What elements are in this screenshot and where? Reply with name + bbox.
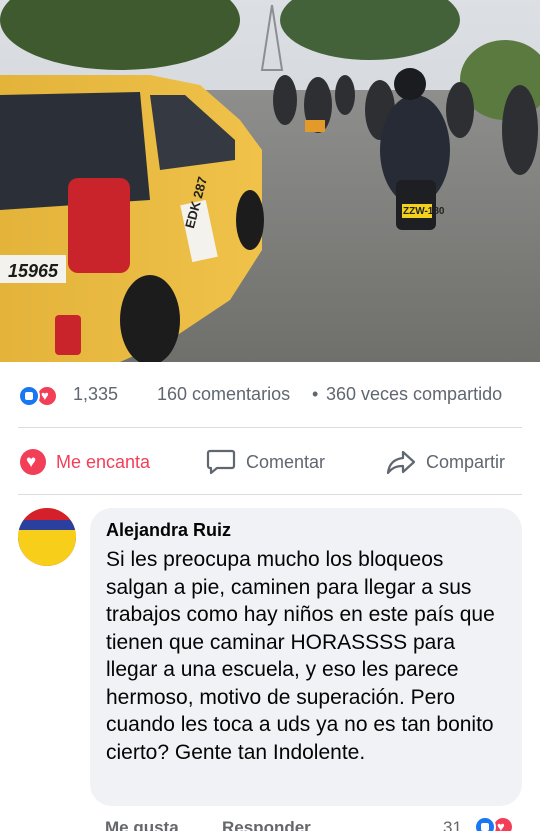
comment-like-link[interactable]: Me gusta [105, 818, 179, 831]
reaction-icons[interactable] [18, 385, 66, 407]
divider [18, 494, 522, 495]
comment-reactions-count[interactable]: 31 [443, 818, 462, 831]
traffic-photo [0, 0, 540, 362]
comment-bubble-icon [206, 449, 236, 475]
separator-dot: • [312, 384, 319, 404]
share-button[interactable]: Compartir [386, 440, 505, 484]
colombia-flag-avatar [18, 508, 76, 566]
comments-count[interactable]: 160 comentarios [157, 384, 290, 405]
comment-author[interactable]: Alejandra Ruiz [106, 520, 231, 541]
comment-reply-link[interactable]: Responder [222, 818, 311, 831]
comment-button-label: Comentar [246, 451, 326, 472]
comment-text: Si les preocupa mucho los bloqueos salga… [106, 548, 495, 764]
post-stats: 1,335 160 comentarios • 360 veces compar… [0, 375, 540, 415]
post-actions: Me encanta Comentar Compartir [0, 440, 540, 484]
share-arrow-icon [386, 450, 416, 475]
share-button-label: Compartir [426, 451, 506, 472]
love-button[interactable]: Me encanta [20, 440, 150, 484]
heart-icon [20, 449, 46, 475]
comment-reaction-icons[interactable] [474, 816, 522, 831]
comment-button[interactable]: Comentar [206, 440, 325, 484]
comment-footer: Me gusta Responder 31 [0, 812, 540, 831]
taxi-number: 15965 [8, 261, 59, 281]
like-reaction-icon [18, 385, 40, 407]
divider [18, 427, 522, 428]
reactions-count[interactable]: 1,335 [73, 384, 118, 405]
like-reaction-icon [474, 816, 496, 831]
moto-plate: ZZW-180 [403, 206, 445, 217]
love-button-label: Me encanta [56, 451, 151, 472]
comment-bubble: Alejandra Ruiz Si les preocupa mucho los… [90, 508, 522, 806]
avatar[interactable] [18, 508, 76, 566]
post-photo[interactable]: 15965 EDK 287 ZZW-180 [0, 0, 540, 362]
shares-count[interactable]: 360 veces compartido [326, 384, 502, 405]
